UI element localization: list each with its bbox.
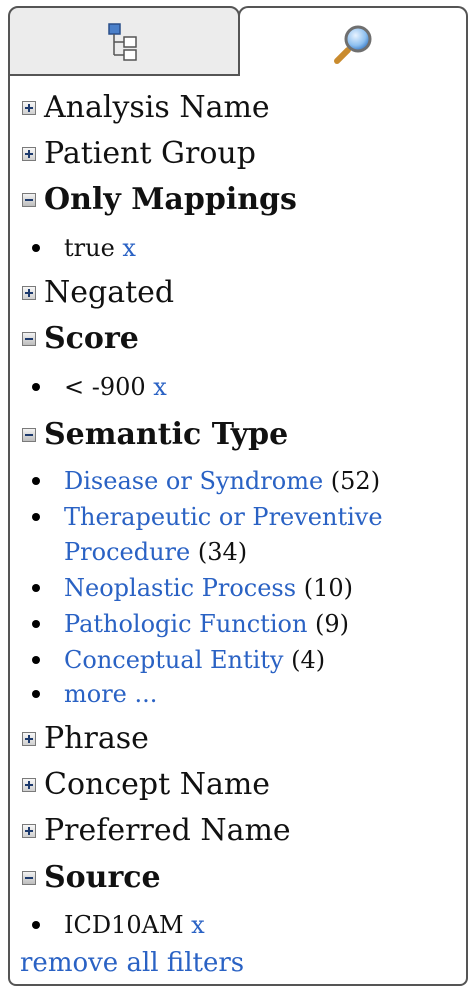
facet-label: Semantic Type xyxy=(44,417,289,452)
facet-patient-group[interactable]: Patient Group xyxy=(22,137,256,171)
facet-preferred-name[interactable]: Preferred Name xyxy=(22,814,291,848)
facet-label: Patient Group xyxy=(44,136,256,171)
facet-label: Source xyxy=(44,860,161,895)
facet-analysis-name[interactable]: Analysis Name xyxy=(22,91,270,125)
expand-plus-icon[interactable] xyxy=(22,147,36,161)
tab-search[interactable] xyxy=(238,6,468,78)
expand-plus-icon[interactable] xyxy=(22,732,36,746)
bullet xyxy=(32,383,40,391)
facet-negated[interactable]: Negated xyxy=(22,276,174,310)
expand-plus-icon[interactable] xyxy=(22,286,36,300)
facet-value-count: (4) xyxy=(291,646,326,674)
facet-value-count: (10) xyxy=(303,574,353,602)
facet-value-link[interactable]: Pathologic Function xyxy=(64,610,307,638)
facet-value-count: (52) xyxy=(330,467,381,495)
expand-plus-icon[interactable] xyxy=(22,778,36,792)
remove-filter-button[interactable]: x xyxy=(153,373,167,401)
bullet xyxy=(32,690,40,698)
facet-value-count: (34) xyxy=(197,538,248,566)
facet-label: Only Mappings xyxy=(44,182,297,217)
bullet xyxy=(32,656,40,664)
facet-value-link[interactable]: Procedure xyxy=(64,538,190,566)
facet-score[interactable]: Score xyxy=(22,322,139,356)
collapse-minus-icon[interactable] xyxy=(22,871,36,885)
facet-label: Phrase xyxy=(44,721,149,756)
facet-only-mappings[interactable]: Only Mappings xyxy=(22,183,297,217)
collapse-minus-icon[interactable] xyxy=(22,428,36,442)
facet-value-link[interactable]: Disease or Syndrome xyxy=(64,467,323,495)
selected-value: true xyxy=(64,234,115,262)
facet-value-link[interactable]: Therapeutic or Preventive xyxy=(64,503,383,531)
facet-label: Analysis Name xyxy=(44,90,270,125)
facet-value-link[interactable]: Neoplastic Process xyxy=(64,574,296,602)
remove-filter-button[interactable]: x xyxy=(122,234,136,262)
selected-value: < -900 xyxy=(64,373,146,401)
facet-value-count: (9) xyxy=(315,610,350,638)
bullet xyxy=(32,513,40,521)
remove-filter-button[interactable]: x xyxy=(191,911,205,939)
selected-value: ICD10AM xyxy=(64,911,184,939)
bullet xyxy=(32,584,40,592)
facet-label: Concept Name xyxy=(44,767,271,802)
remove-all-filters-link[interactable]: remove all filters xyxy=(20,946,244,980)
hierarchy-tree-icon xyxy=(108,23,137,61)
collapse-minus-icon[interactable] xyxy=(22,332,36,346)
filter-panel: Analysis Name Patient Group Only Mapping… xyxy=(8,74,468,986)
tab-strip xyxy=(8,6,468,78)
collapse-minus-icon[interactable] xyxy=(22,193,36,207)
facet-semantic-type[interactable]: Semantic Type xyxy=(22,418,288,452)
bullet xyxy=(32,921,40,929)
magnifier-icon xyxy=(334,25,372,64)
tab-hierarchy[interactable] xyxy=(8,6,240,78)
facet-concept-name[interactable]: Concept Name xyxy=(22,768,270,802)
bullet xyxy=(32,620,40,628)
facet-phrase[interactable]: Phrase xyxy=(22,722,149,756)
expand-plus-icon[interactable] xyxy=(22,101,36,115)
bullet xyxy=(32,477,40,485)
more-link[interactable]: more ... xyxy=(64,680,157,708)
facet-label: Score xyxy=(44,321,139,356)
expand-plus-icon[interactable] xyxy=(22,824,36,838)
facet-label: Negated xyxy=(44,275,175,310)
facet-source[interactable]: Source xyxy=(22,861,161,895)
facet-label: Preferred Name xyxy=(44,813,291,848)
tab-divider xyxy=(8,74,240,76)
facet-value-link[interactable]: Conceptual Entity xyxy=(64,646,284,674)
bullet xyxy=(32,244,40,252)
